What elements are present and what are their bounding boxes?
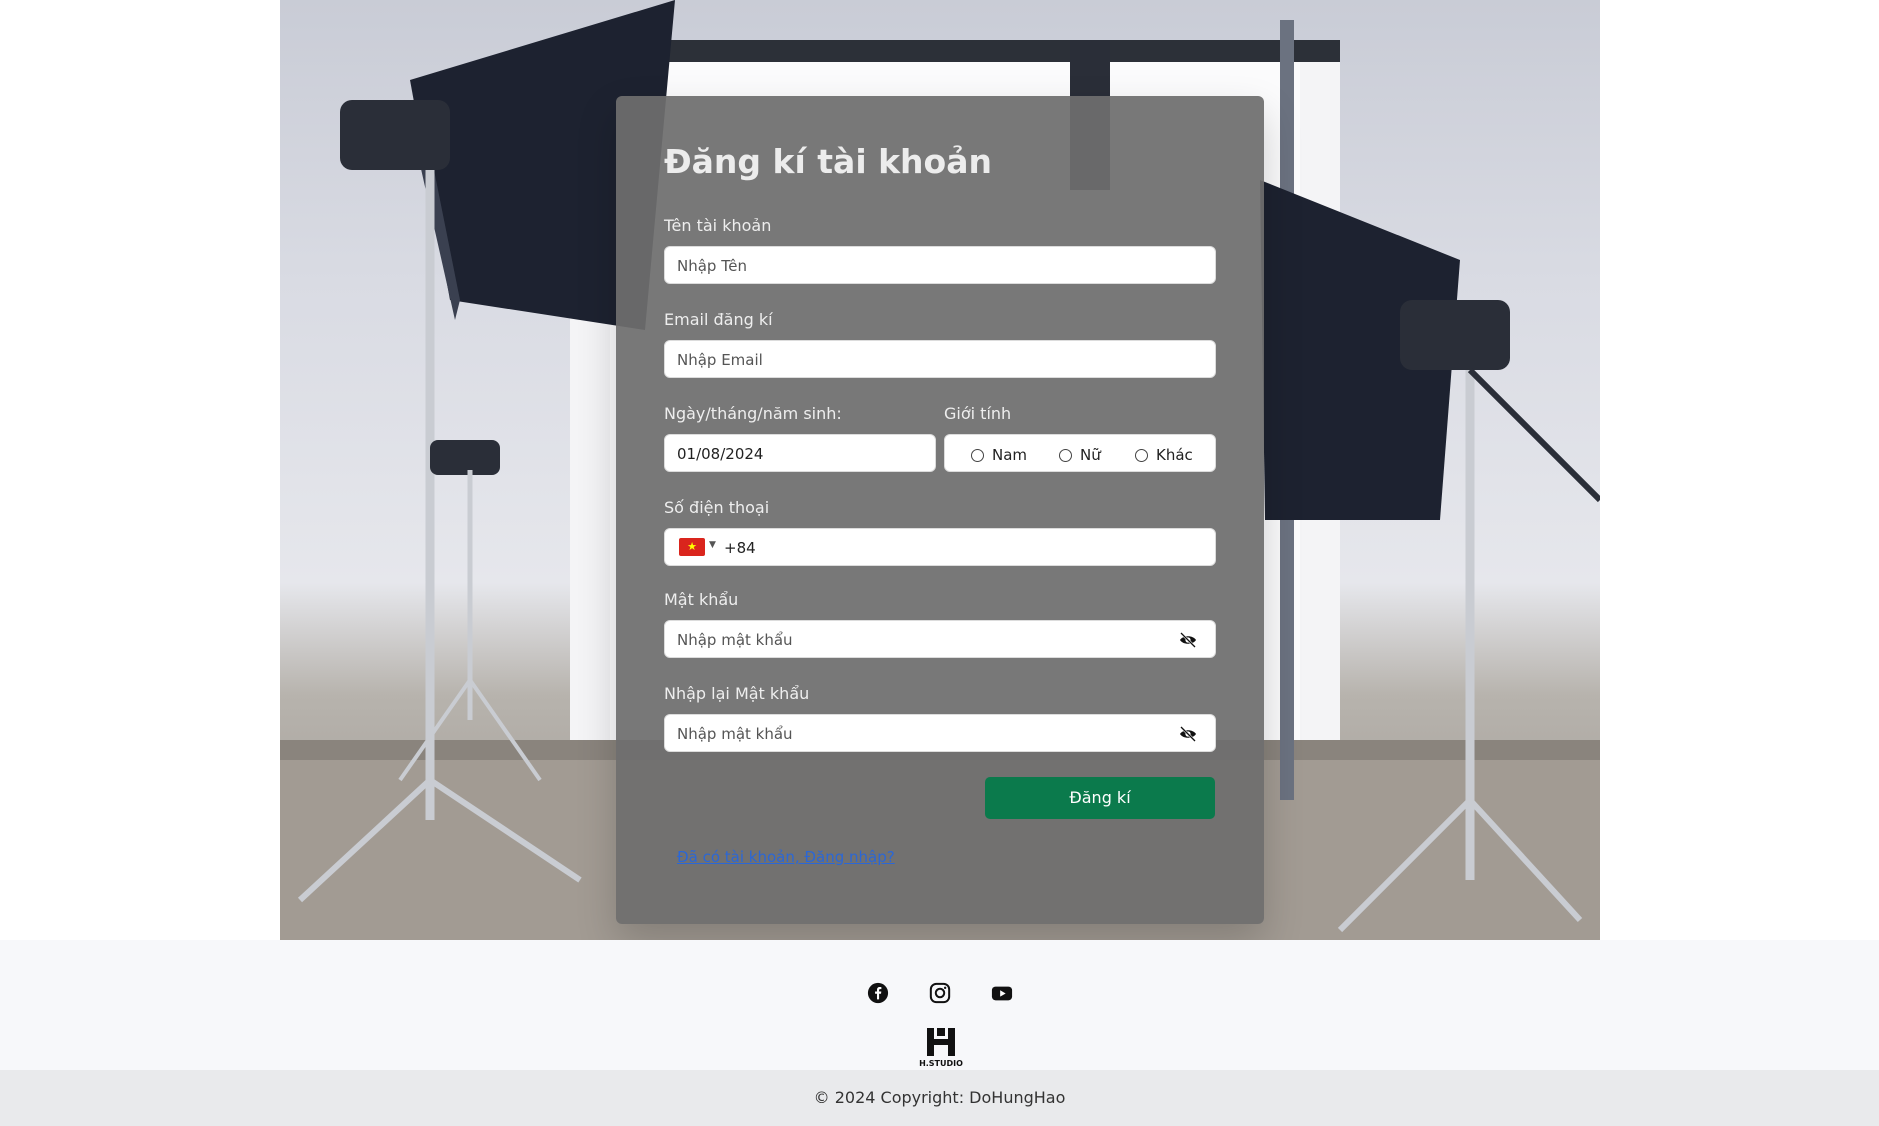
logo-text: H.STUDIO [919, 1059, 963, 1068]
eye-slash-icon[interactable] [1179, 726, 1197, 742]
phone-input[interactable]: ★ ▼ +84 [664, 528, 1216, 566]
dob-value: 01/08/2024 [677, 445, 764, 463]
phone-label: Số điện thoại [664, 498, 770, 517]
footer: H.STUDIO © 2024 Copyright: DoHungHao [0, 940, 1879, 1126]
radio-circle-icon [971, 448, 984, 462]
confirm-password-label: Nhập lại Mật khẩu [664, 684, 810, 703]
youtube-icon[interactable] [991, 982, 1013, 1004]
chevron-down-icon[interactable]: ▼ [709, 540, 716, 550]
dob-input[interactable]: 01/08/2024 [664, 434, 936, 472]
dob-label: Ngày/tháng/năm sinh: [664, 404, 842, 423]
password-label: Mật khẩu [664, 590, 739, 609]
gender-option-nam[interactable]: Nam [971, 446, 1027, 464]
password-placeholder: Nhập mật khẩu [677, 631, 793, 649]
email-input[interactable]: Nhập Email [664, 340, 1216, 378]
gender-label: Giới tính [944, 404, 1012, 423]
username-placeholder: Nhập Tên [677, 257, 747, 275]
login-link[interactable]: Đã có tài khoản, Đăng nhập? [677, 848, 895, 866]
instagram-icon[interactable] [929, 982, 951, 1004]
vietnam-flag-icon[interactable]: ★ [679, 538, 705, 556]
radio-circle-icon [1059, 448, 1072, 462]
confirm-password-input[interactable]: Nhập mật khẩu [664, 714, 1216, 752]
gender-option-label: Nam [992, 446, 1028, 464]
gender-option-label: Khác [1156, 446, 1193, 464]
page-title: Đăng kí tài khoản [664, 142, 992, 181]
gender-option-nu[interactable]: Nữ [1059, 446, 1101, 464]
hstudio-logo: H.STUDIO [917, 1026, 965, 1068]
email-label: Email đăng kí [664, 310, 773, 329]
facebook-icon[interactable] [867, 982, 889, 1004]
gender-radio-group: Nam Nữ Khác [944, 434, 1216, 472]
hstudio-logo-mark: H.STUDIO [919, 1028, 963, 1068]
username-input[interactable]: Nhập Tên [664, 246, 1216, 284]
gender-option-khac[interactable]: Khác [1135, 446, 1193, 464]
confirm-password-placeholder: Nhập mật khẩu [677, 725, 793, 743]
social-links [0, 982, 1879, 1004]
gender-option-label: Nữ [1080, 446, 1101, 464]
phone-dial-code: +84 [724, 539, 756, 557]
register-card: Đăng kí tài khoản Tên tài khoản Nhập Tên… [616, 96, 1264, 924]
register-button[interactable]: Đăng kí [985, 777, 1215, 819]
email-placeholder: Nhập Email [677, 351, 763, 369]
copyright-bar: © 2024 Copyright: DoHungHao [0, 1070, 1879, 1126]
password-input[interactable]: Nhập mật khẩu [664, 620, 1216, 658]
radio-circle-icon [1135, 448, 1148, 462]
copyright-text: © 2024 Copyright: DoHungHao [813, 1088, 1066, 1107]
username-label: Tên tài khoản [664, 216, 772, 235]
eye-slash-icon[interactable] [1179, 632, 1197, 648]
